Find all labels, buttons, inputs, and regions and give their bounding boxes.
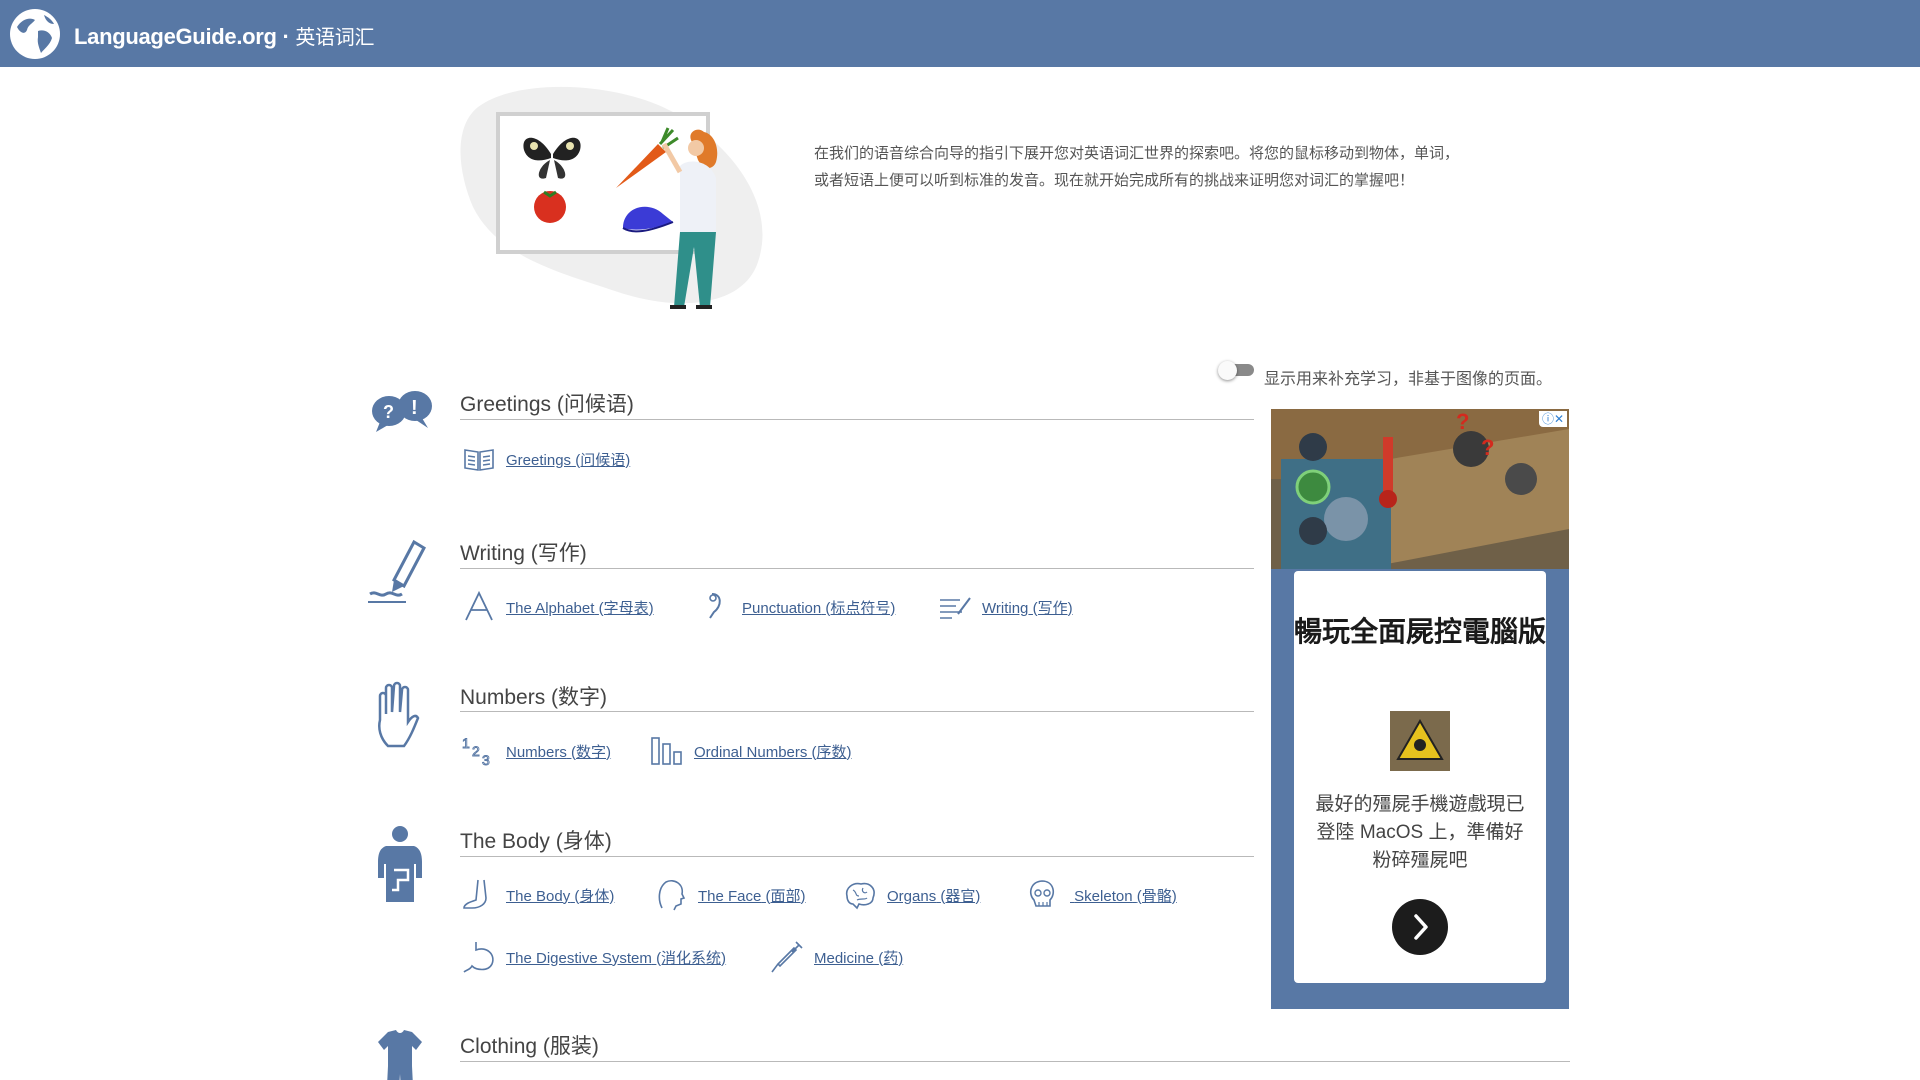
section-title-writing: Writing (写作) (460, 542, 587, 565)
site-title[interactable]: LanguageGuide.org · 英语词汇 (74, 21, 374, 50)
tomato-icon (534, 190, 566, 223)
brand-name: LanguageGuide.org (74, 24, 277, 49)
svg-text:2: 2 (472, 743, 480, 759)
human-torso-icon (378, 826, 422, 902)
link-label: The Face (面部) (698, 887, 806, 905)
ad-choices-icon[interactable]: ⓘ✕ (1539, 411, 1567, 427)
section-divider (460, 568, 1254, 569)
link-greetings[interactable]: Greetings (问候语) (462, 442, 630, 476)
book-icon (464, 449, 494, 471)
ad-body-text: 最好的殭屍手機遊戲現已登陸 MacOS 上，準備好粉碎殭屍吧 (1315, 794, 1525, 871)
brand-subtitle: 英语词汇 (295, 27, 375, 49)
link-label: Ordinal Numbers (序数) (694, 743, 852, 761)
link-label: Writing (写作) (982, 599, 1073, 617)
link-label: The Alphabet (字母表) (506, 599, 654, 617)
section-divider (460, 1061, 1570, 1062)
svg-text:?: ? (1456, 409, 1469, 434)
hand-four-fingers-icon (378, 681, 420, 748)
section-title-greetings: Greetings (问候语) (460, 393, 634, 416)
link-digestive-system[interactable]: The Digestive System (消化系统) (462, 940, 726, 974)
foot-icon (463, 879, 487, 909)
link-skeleton[interactable]: Skeleton (骨骼) (1026, 878, 1177, 912)
link-label: The Body (身体) (506, 887, 615, 905)
syringe-icon (771, 941, 803, 973)
section-divider (460, 711, 1254, 712)
svg-text:!: ! (411, 397, 418, 419)
ad-app-icon (1390, 711, 1450, 771)
site-header: LanguageGuide.org · 英语词汇 (0, 0, 1920, 67)
link-label: Medicine (药) (814, 949, 904, 967)
chevron-right-icon (1414, 914, 1428, 940)
pen-icon (368, 539, 426, 603)
svg-text:?: ? (383, 402, 394, 422)
punctuation-icon (709, 593, 721, 619)
section-divider (460, 419, 1254, 420)
section-title-body: The Body (身体) (460, 830, 612, 853)
toggle-knob (1218, 361, 1237, 380)
link-the-body[interactable]: The Body (身体) (462, 878, 614, 912)
svg-text:3: 3 (482, 752, 490, 768)
ad-cta-button[interactable] (1392, 899, 1448, 955)
link-medicine[interactable]: Medicine (药) (770, 940, 903, 974)
toggle-label: 显示用来补充学习，非基于图像的页面。 (1264, 371, 1553, 388)
ad-game-banner[interactable]: ? ? (1271, 409, 1569, 569)
link-punctuation[interactable]: Punctuation (标点符号) (698, 590, 895, 624)
svg-text:?: ? (1481, 435, 1494, 460)
section-title-clothing: Clothing (服装) (460, 1035, 599, 1058)
non-image-pages-toggle[interactable] (1218, 361, 1254, 380)
skull-icon (1029, 880, 1055, 907)
pajamas-icon (378, 1030, 422, 1080)
ad-card[interactable]: 暢玩全面屍控電腦版 最好的殭屍手機遊戲現已登陸 MacOS 上，準備好粉碎殭屍吧 (1294, 571, 1546, 983)
ad-headline: 暢玩全面屍控電腦版 (1294, 616, 1547, 647)
stomach-icon (463, 942, 494, 973)
link-ordinal-numbers[interactable]: Ordinal Numbers (序数) (650, 734, 852, 768)
link-label: Greetings (问候语) (506, 451, 631, 469)
link-label: Numbers (数字) (506, 743, 612, 761)
letter-a-icon (465, 590, 493, 621)
brand-separator: · (276, 24, 296, 49)
speech-bubbles-icon: ? ! (372, 391, 432, 432)
link-alphabet[interactable]: The Alphabet (字母表) (462, 590, 654, 624)
section-divider (460, 856, 1254, 857)
svg-text:1: 1 (462, 735, 470, 751)
link-label: Skeleton (骨骼) (1074, 887, 1177, 905)
link-writing[interactable]: Writing (写作) (938, 590, 1073, 624)
lines-icon (940, 597, 971, 619)
face-icon (658, 879, 686, 911)
brain-icon (845, 882, 875, 910)
link-numbers[interactable]: 1 2 3 Numbers (数字) (462, 734, 611, 768)
numbers-icon: 1 2 3 (462, 735, 490, 768)
globe-logo-icon[interactable] (8, 7, 62, 61)
link-label: The Digestive System (消化系统) (506, 949, 727, 967)
hero-illustration (460, 86, 763, 309)
bars-icon (651, 737, 682, 765)
link-label: Punctuation (标点符号) (742, 599, 896, 617)
link-label: Organs (器官) (887, 887, 981, 905)
advertisement[interactable]: ? ? ⓘ✕ 暢玩全面屍控電腦版 最好的殭屍手機遊戲現已登陸 MacOS 上，準… (1271, 409, 1569, 1009)
link-the-face[interactable]: The Face (面部) (654, 878, 806, 912)
link-organs[interactable]: Organs (器官) (843, 878, 980, 912)
intro-text: 在我们的语音综合向导的指引下展开您对英语词汇世界的探索吧。将您的鼠标移动到物体，… (814, 145, 1460, 189)
section-title-numbers: Numbers (数字) (460, 686, 608, 709)
